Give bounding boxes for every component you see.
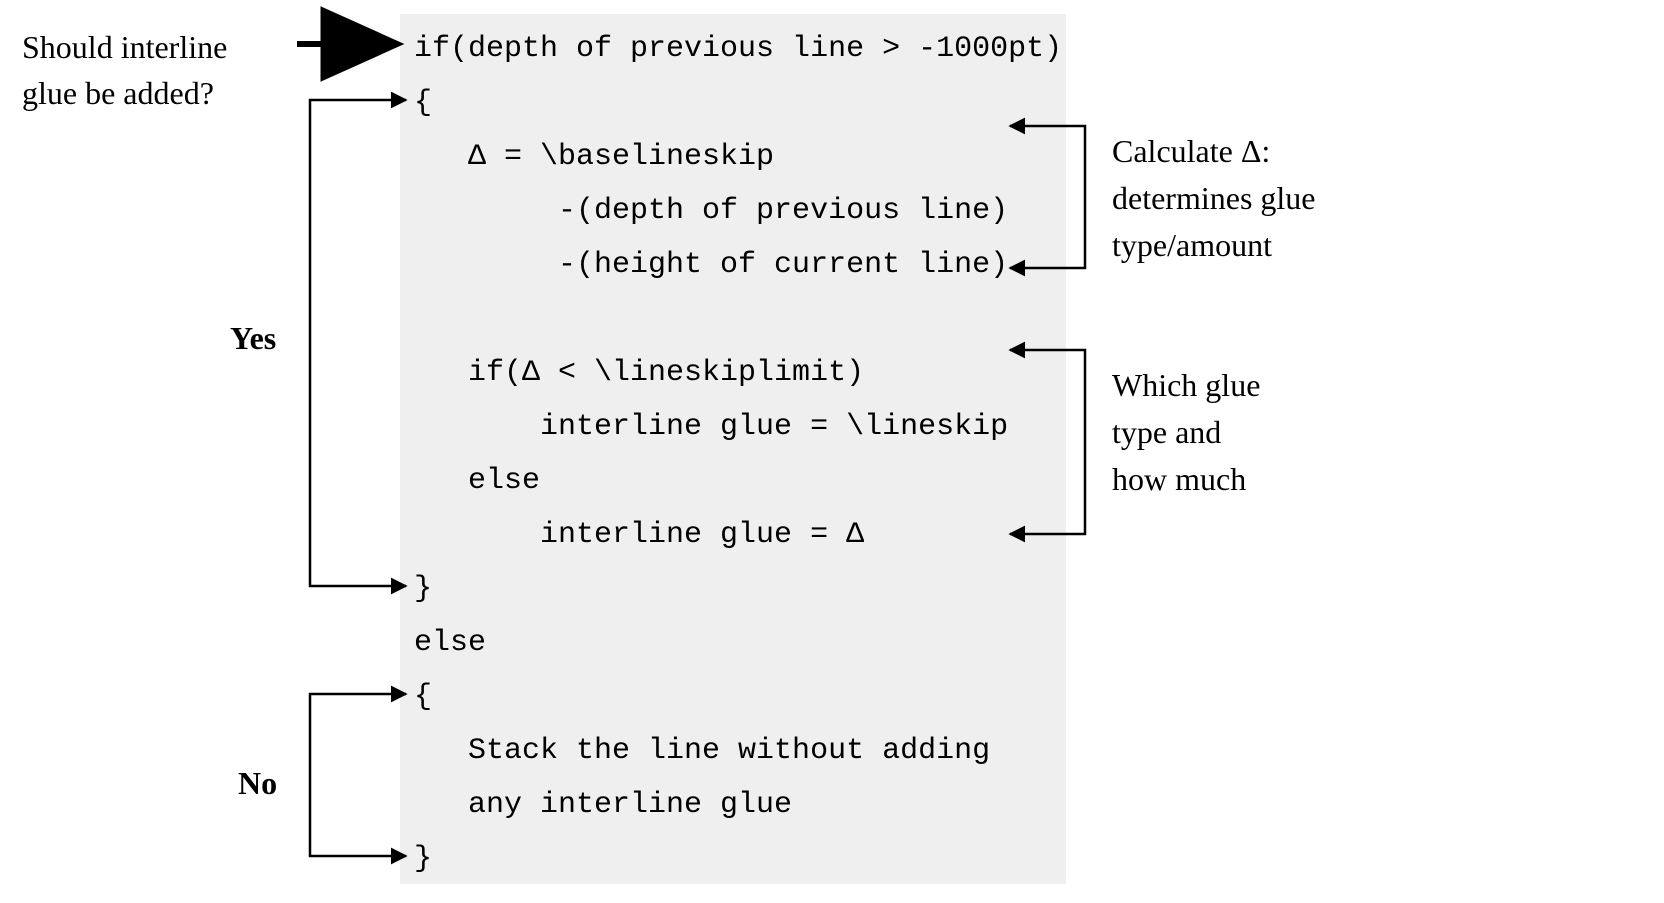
code-line-14: Stack the line without adding	[414, 734, 990, 768]
code-line-15: any interline glue	[414, 788, 792, 822]
code-line-7: if(Δ < \lineskiplimit)	[414, 356, 864, 390]
code-line-11: }	[414, 572, 432, 606]
diagram-stage: if(depth of previous line > -1000pt) { Δ…	[0, 0, 1664, 903]
code-line-8: interline glue = \lineskip	[414, 410, 1008, 444]
annotation-calculate-line3: type/amount	[1112, 222, 1272, 268]
bracket-no-block	[310, 694, 406, 856]
code-line-4: -(depth of previous line)	[414, 194, 1008, 228]
annotation-question-line2: glue be added?	[22, 70, 214, 116]
annotation-which-line3: how much	[1112, 456, 1246, 502]
code-line-3: Δ = \baselineskip	[414, 140, 774, 174]
code-line-12: else	[414, 626, 486, 660]
code-line-13: {	[414, 680, 432, 714]
code-line-9: else	[414, 464, 540, 498]
bracket-yes-block	[310, 100, 406, 586]
code-line-2: {	[414, 86, 432, 120]
annotation-calculate-line2: determines glue	[1112, 175, 1315, 221]
annotation-yes: Yes	[230, 315, 276, 361]
annotation-which-line2: type and	[1112, 409, 1221, 455]
code-line-10: interline glue = Δ	[414, 518, 864, 552]
annotation-calculate-line1: Calculate Δ:	[1112, 128, 1270, 174]
annotation-which-line1: Which glue	[1112, 362, 1260, 408]
annotation-question-line1: Should interline	[22, 24, 227, 70]
code-line-1: if(depth of previous line > -1000pt)	[414, 32, 1062, 66]
pseudocode-block: if(depth of previous line > -1000pt) { Δ…	[400, 14, 1066, 884]
code-line-5: -(height of current line)	[414, 248, 1008, 282]
annotation-no: No	[238, 760, 277, 806]
code-line-16: }	[414, 842, 432, 876]
